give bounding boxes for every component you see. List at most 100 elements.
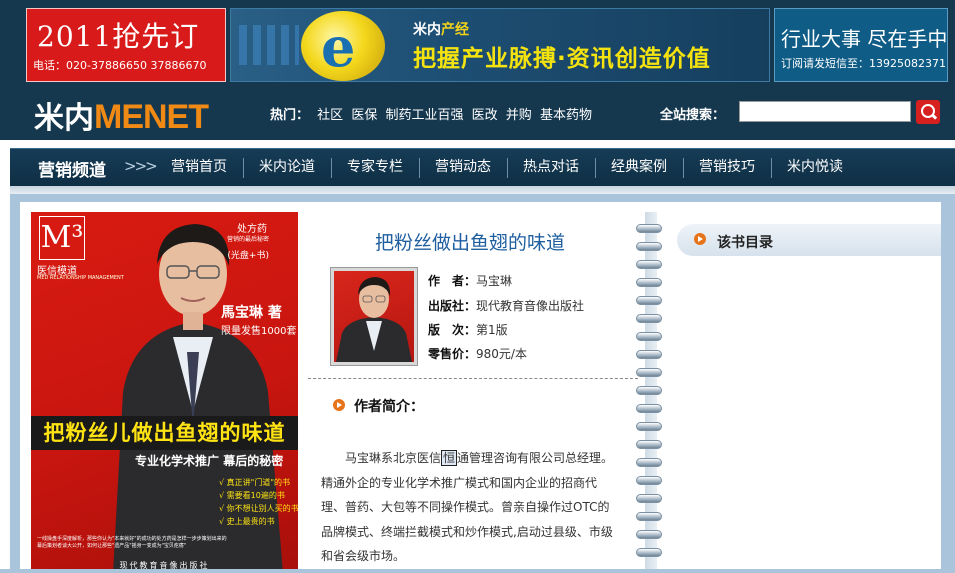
intro-line-1a: 马宝琳系北京医信 xyxy=(345,451,442,465)
hot-links: 热门： 社区 医保 制药工业百强 医改 并购 基本药物 xyxy=(270,104,592,123)
toc-panel xyxy=(670,212,941,573)
dashed-divider xyxy=(308,378,638,379)
hot-link-yibao[interactable]: 医保 xyxy=(351,108,377,123)
binder-ring-icon xyxy=(636,368,662,377)
e-logo-icon: e xyxy=(301,11,385,81)
cover-point: √ 你不想让别人买的书 xyxy=(219,504,298,513)
nav-item-news[interactable]: 营销动态 xyxy=(419,149,507,187)
sms-subscribe-ad[interactable]: 行业大事 尽在手中 订阅请发短信至：13925082371 xyxy=(774,8,948,82)
nav-item-cases[interactable]: 经典案例 xyxy=(595,149,683,187)
ad-left-headline: 2011抢先订 xyxy=(37,20,200,53)
e-logo-letter: e xyxy=(321,15,356,79)
cover-tagline-b: 幕后的秘密 xyxy=(223,454,284,468)
book-cover-image: M³ 医信模道 MED RELATIONSHIP MANAGEMENT 处方药 … xyxy=(31,212,298,573)
hot-link-binggou[interactable]: 并购 xyxy=(506,108,532,123)
nav-item-lundao[interactable]: 米内论道 xyxy=(243,149,331,187)
cover-author: 馬宝琳 著 xyxy=(221,305,282,321)
author-photo xyxy=(330,267,418,366)
cover-bottom-line-1: 一线操盘手深度解析，那些你认为"本来就好"的成功的处方药是怎样一步步策划出来的 xyxy=(37,536,227,542)
search-input[interactable] xyxy=(739,101,911,122)
nav-item-expert[interactable]: 专家专栏 xyxy=(331,149,419,187)
meta-publisher-value: 现代教育音像出版社 xyxy=(476,299,585,313)
binder-ring-icon xyxy=(636,350,662,359)
hot-link-jibenyaowu[interactable]: 基本药物 xyxy=(540,108,592,123)
hot-link-yigai[interactable]: 医改 xyxy=(472,108,498,123)
cover-tagline: 专业化学术推广 幕后的秘密 xyxy=(135,452,283,469)
meta-price-value: 980元/本 xyxy=(476,347,527,361)
search-icon[interactable] xyxy=(916,100,940,124)
meta-author-label: 作 者： xyxy=(428,274,477,288)
intro-line-4: 品牌模式、终端拦截模式和炒作模式,启动过县级、市级 xyxy=(321,524,613,539)
ad-mid-brand: 米内产经 xyxy=(413,19,469,39)
ad-left-phone: 电话：020-37886650 37886670 xyxy=(33,59,207,72)
meta-author-value: 马宝琳 xyxy=(476,274,513,288)
logo-en: MENET xyxy=(94,98,209,136)
orange-arrow-bullet-icon xyxy=(694,233,706,245)
nav-menu: 营销首页 米内论道 专家专栏 营销动态 热点对话 经典案例 营销技巧 米内悦读 xyxy=(155,149,859,187)
ad-brand-suffix: 产经 xyxy=(441,22,469,38)
meta-edition-label: 版 次： xyxy=(428,323,477,337)
binder-ring-icon xyxy=(636,530,662,539)
highlighted-char: 恒 xyxy=(441,450,458,466)
bottom-border xyxy=(0,569,955,573)
meta-edition: 版 次：第1版 xyxy=(428,321,508,338)
intro-line-1b: 通管理咨询有限公司总经理。 xyxy=(457,451,614,465)
ad-right-headline: 行业大事 尽在手中 xyxy=(781,27,948,51)
binder-ring-icon xyxy=(636,494,662,503)
cover-bottom-line-2: 幕后策划者谈大公开，如何让那些"遗产品"摇身一变成为"宝贝疙瘩" xyxy=(37,543,187,549)
intro-line-5: 和省会级市场。 xyxy=(321,549,406,563)
channel-title: 营销频道 xyxy=(38,161,106,181)
cover-points: √ 真正讲"门道"的书 √ 需要看10遍的书 √ 你不想让别人买的书 √ 史上最… xyxy=(219,476,298,528)
chevron-right-icon: >>> xyxy=(124,157,158,175)
binder-ring-icon xyxy=(636,458,662,467)
cover-limited: 限量发售1000套 xyxy=(221,326,297,337)
nav-item-reading[interactable]: 米内悦读 xyxy=(771,149,859,187)
nav-item-home[interactable]: 营销首页 xyxy=(155,149,243,187)
nav-item-skills[interactable]: 营销技巧 xyxy=(683,149,771,187)
industry-news-ad[interactable]: e 米内产经 把握产业脉搏·资讯创造价值 xyxy=(230,8,770,82)
meta-publisher-label: 出版社： xyxy=(428,299,477,313)
binder-ring-icon xyxy=(636,548,662,557)
site-logo[interactable]: 米内MENET xyxy=(34,93,209,137)
binder-rings xyxy=(636,212,662,573)
ad-right-subtext: 订阅请发短信至：13925082371 xyxy=(781,57,946,70)
subscribe-ad-left[interactable]: 2011抢先订 电话：020-37886650 37886670 xyxy=(26,8,226,82)
meta-price-label: 零售价： xyxy=(428,347,477,361)
binder-ring-icon xyxy=(636,314,662,323)
author-photo-inner xyxy=(334,271,414,362)
meta-author: 作 者：马宝琳 xyxy=(428,272,512,289)
cover-tagline-a: 专业化学术推广 xyxy=(135,454,220,468)
ad-brand-prefix: 米内 xyxy=(413,22,441,38)
cover-point: √ 真正讲"门道"的书 xyxy=(219,478,290,487)
hot-link-shequ[interactable]: 社区 xyxy=(317,108,343,123)
cover-title: 把粉丝儿做出鱼翅的味道 xyxy=(31,416,298,450)
hot-link-top100[interactable]: 制药工业百强 xyxy=(385,108,463,123)
meta-price: 零售价：980元/本 xyxy=(428,345,527,362)
binder-ring-icon xyxy=(636,296,662,305)
cover-m3-logo: M³ xyxy=(39,216,85,260)
binder-ring-icon xyxy=(636,404,662,413)
binder-ring-icon xyxy=(636,422,662,431)
logo-cn: 米内 xyxy=(34,101,94,136)
intro-line-1: 马宝琳系北京医信恒通管理咨询有限公司总经理。 xyxy=(321,446,621,471)
orange-arrow-bullet-icon xyxy=(333,399,345,411)
cover-rx-bundle: (光盘+书) xyxy=(227,251,269,261)
intro-line-2: 精通外企的专业化学术推广模式和国内企业的招商代 xyxy=(321,475,598,490)
binder-ring-icon xyxy=(636,242,662,251)
decorative-arrows xyxy=(239,25,299,65)
binder-ring-icon xyxy=(636,260,662,269)
meta-edition-value: 第1版 xyxy=(476,323,508,337)
toc-title: 该书目录 xyxy=(717,235,773,251)
book-title: 把粉丝做出鱼翅的味道 xyxy=(374,232,565,254)
binder-ring-icon xyxy=(636,512,662,521)
cover-point: √ 需要看10遍的书 xyxy=(219,491,285,500)
nav-item-dialogue[interactable]: 热点对话 xyxy=(507,149,595,187)
binder-ring-icon xyxy=(636,440,662,449)
meta-publisher: 出版社：现代教育音像出版社 xyxy=(428,297,584,314)
binder-ring-icon xyxy=(636,224,662,233)
intro-heading: 作者简介： xyxy=(354,399,424,415)
binder-ring-icon xyxy=(636,278,662,287)
logo-bar: 米内MENET 热门： 社区 医保 制药工业百强 医改 并购 基本药物 全站搜索… xyxy=(0,90,955,140)
binder-ring-icon xyxy=(636,476,662,485)
search-label: 全站搜索： xyxy=(660,108,726,123)
